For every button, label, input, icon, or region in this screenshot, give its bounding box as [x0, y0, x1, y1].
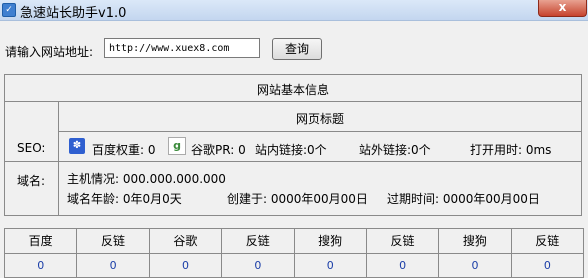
google-pr: 谷歌PR: 0 [191, 143, 246, 157]
table-cell: 0 [293, 252, 367, 278]
baidu-paw-icon: ✽ [69, 138, 85, 154]
divider [5, 101, 581, 102]
table-cell: 0 [510, 252, 585, 278]
page-title-label: 网页标题 [295, 112, 344, 126]
load-time: 打开用时: 0ms [470, 143, 552, 157]
url-label: 请输入网站地址: [5, 45, 94, 59]
url-input[interactable] [104, 38, 260, 58]
column-header: 谷歌 [148, 228, 223, 254]
column-header: 百度 [3, 228, 78, 254]
seo-label: SEO: [17, 141, 46, 155]
divider [5, 161, 581, 162]
table-cell: 0 [148, 252, 223, 278]
divider [58, 131, 581, 132]
created-date: 创建于: 0000年00月00日 [227, 192, 368, 206]
table-cell: 0 [76, 252, 150, 278]
column-header: 搜狗 [293, 228, 367, 254]
site-info-panel: 网站基本信息 网页标题 SEO: ✽ 百度权重: 0 g 谷歌PR: 0 站内链… [4, 74, 582, 216]
table-cell: 0 [365, 252, 440, 278]
internal-links: 站内链接:0个 [255, 143, 327, 157]
table-cell: 0 [438, 252, 512, 278]
close-button[interactable]: x [538, 0, 587, 17]
column-header: 反链 [510, 228, 585, 254]
window-title: 急速站长助手v1.0 [20, 6, 127, 21]
baidu-weight: 百度权重: 0 [92, 143, 156, 157]
info-header: 网站基本信息 [256, 83, 329, 97]
google-icon: g [168, 137, 186, 155]
query-button[interactable]: 查询 [272, 38, 322, 60]
column-header: 反链 [76, 228, 150, 254]
column-header: 搜狗 [438, 228, 512, 254]
host-info: 主机情况: 000.000.000.000 [67, 172, 226, 186]
domain-age: 域名年龄: 0年0月0天 [67, 192, 182, 206]
column-header: 反链 [365, 228, 440, 254]
app-logo-icon: ✓ [2, 3, 16, 17]
divider [58, 101, 59, 215]
expire-date: 过期时间: 0000年00月00日 [387, 192, 540, 206]
table-cell: 0 [3, 252, 78, 278]
domain-label: 域名: [17, 174, 46, 188]
column-header: 反链 [221, 228, 295, 254]
table-cell: 0 [221, 252, 295, 278]
table-row: 0 0 0 0 0 0 0 0 [3, 252, 585, 278]
title-bar: ✓ 急速站长助手v1.0 x [0, 0, 588, 21]
table-header-row: 百度 反链 谷歌 反链 搜狗 反链 搜狗 反链 [3, 228, 585, 254]
external-links: 站外链接:0个 [359, 143, 431, 157]
